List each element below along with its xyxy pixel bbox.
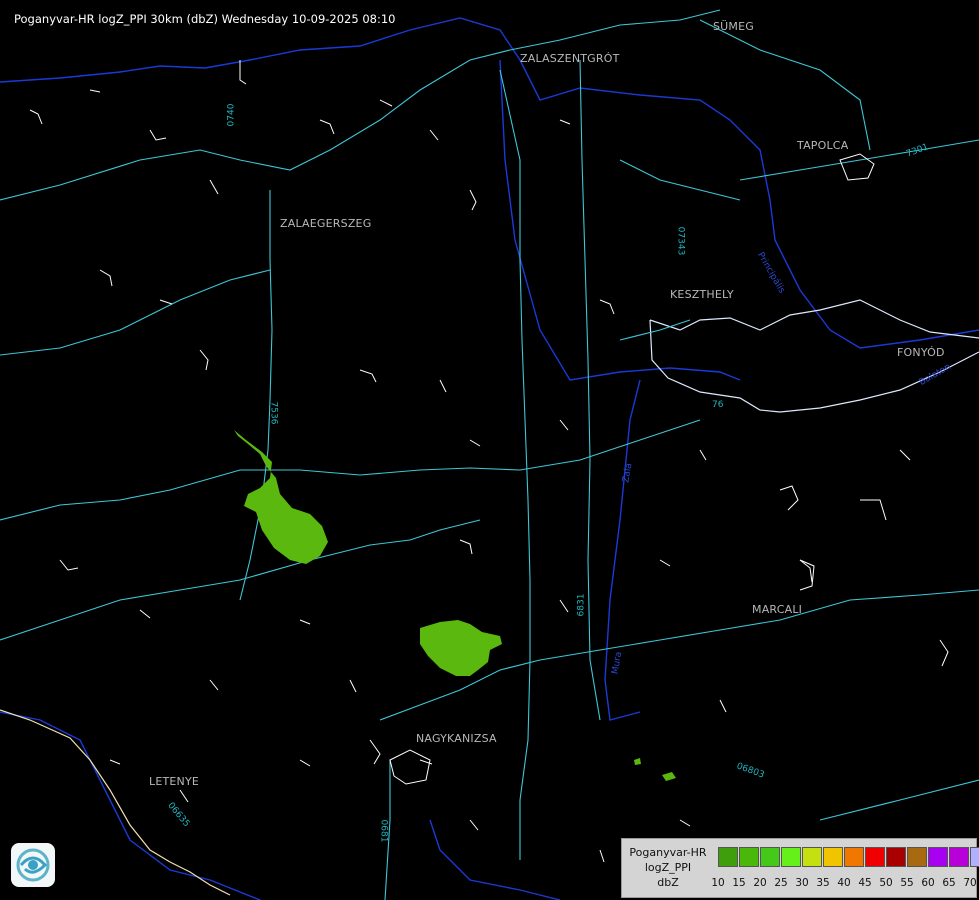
- road-label: 07343: [675, 226, 686, 256]
- city-label: SÜMEG: [713, 20, 754, 33]
- legend-tick: 15: [732, 877, 746, 889]
- legend-swatch: [739, 847, 759, 867]
- legend-swatch: [823, 847, 843, 867]
- legend-product: logZ_PPI: [644, 861, 692, 874]
- legend-ticks: 10 15 20 25 30 35 40 45 50 55 60 65 70: [708, 877, 978, 891]
- legend-tick: 70: [963, 877, 977, 889]
- legend-swatch: [760, 847, 780, 867]
- legend-swatch: [718, 847, 738, 867]
- city-label: ZALASZENTGRÓT: [520, 52, 620, 65]
- legend-color-bar: [718, 847, 979, 867]
- road-label: 0740: [226, 103, 237, 127]
- basemap: [0, 9, 979, 900]
- legend-swatch: [970, 847, 979, 867]
- city-label: TAPOLCA: [797, 139, 849, 152]
- city-label: LETENYE: [149, 775, 200, 788]
- legend-swatch: [886, 847, 906, 867]
- legend-tick: 35: [816, 877, 830, 889]
- legend-tick: 45: [858, 877, 872, 889]
- road-label: 76: [712, 400, 724, 410]
- legend-swatch: [907, 847, 927, 867]
- legend-title: Poganyvar-HR: [629, 846, 707, 859]
- legend-swatch: [781, 847, 801, 867]
- legend-swatch: [802, 847, 822, 867]
- road-label: 0681: [378, 819, 389, 843]
- legend-tick: 60: [921, 877, 935, 889]
- legend-tick: 55: [900, 877, 914, 889]
- legend-tick: 25: [774, 877, 788, 889]
- legend-tick: 65: [942, 877, 956, 889]
- road-label: 6831: [576, 593, 587, 617]
- city-label: MARCALI: [752, 603, 803, 616]
- legend: Poganyvar-HR logZ_PPI dbZ 10 15 20 25 30 35 40…: [621, 838, 979, 898]
- city-label: FONYÓD: [897, 346, 945, 359]
- legend-tick: 50: [879, 877, 893, 889]
- radar-map: Poganyvar-HR logZ_PPI 30km (dbZ) Wednesd…: [0, 0, 979, 900]
- legend-swatch: [928, 847, 948, 867]
- city-label: NAGYKANIZSA: [416, 732, 497, 745]
- legend-labels: Poganyvar-HR logZ_PPI dbZ: [622, 845, 714, 890]
- road-label: 7536: [268, 401, 279, 425]
- city-label: ZALAEGERSZEG: [280, 217, 372, 230]
- map-title: Poganyvar-HR logZ_PPI 30km (dbZ) Wednesd…: [14, 12, 396, 26]
- legend-tick: 10: [711, 877, 725, 889]
- legend-unit: dbZ: [657, 876, 679, 889]
- legend-tick: 40: [837, 877, 851, 889]
- logo-icon: [11, 843, 55, 887]
- legend-swatch: [844, 847, 864, 867]
- legend-tick: 30: [795, 877, 809, 889]
- legend-swatch: [949, 847, 969, 867]
- legend-tick: 20: [753, 877, 767, 889]
- city-label: KESZTHELY: [670, 288, 734, 301]
- legend-swatch: [865, 847, 885, 867]
